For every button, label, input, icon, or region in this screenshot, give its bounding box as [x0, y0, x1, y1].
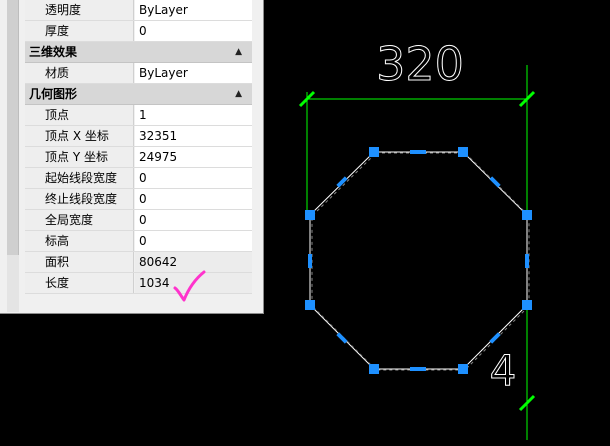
section-header-geometry[interactable]: 几何图形 ▲	[25, 84, 252, 105]
property-row-thickness[interactable]: 厚度 0	[25, 21, 252, 42]
property-value[interactable]: 0	[135, 21, 252, 41]
collapse-arrow-icon[interactable]: ▲	[235, 42, 242, 63]
property-value[interactable]: 0	[135, 231, 252, 251]
collapse-arrow-icon[interactable]: ▲	[235, 84, 242, 105]
grip-midpoint[interactable]	[410, 150, 426, 154]
property-label: 长度	[25, 273, 134, 293]
property-label: 标高	[25, 231, 134, 251]
grip-midpoint[interactable]	[308, 254, 312, 268]
vertex-grips[interactable]	[305, 147, 532, 374]
grip-vertex[interactable]	[369, 147, 379, 157]
property-value[interactable]: 0	[135, 168, 252, 188]
section-header-3d-effects[interactable]: 三维效果 ▲	[25, 42, 252, 63]
property-label: 面积	[25, 252, 134, 272]
property-label: 起始线段宽度	[25, 168, 134, 188]
grip-vertex[interactable]	[369, 364, 379, 374]
property-row-start-width[interactable]: 起始线段宽度 0	[25, 168, 252, 189]
scrollbar[interactable]	[7, 0, 19, 312]
grip-vertex[interactable]	[458, 364, 468, 374]
property-row-vertex-x[interactable]: 顶点 X 坐标 32351	[25, 126, 252, 147]
property-label: 厚度	[25, 21, 134, 41]
dimension-text: 320	[376, 37, 464, 91]
property-value[interactable]: 32351	[135, 126, 252, 146]
property-value[interactable]: 24975	[135, 147, 252, 167]
property-label: 全局宽度	[25, 210, 134, 230]
property-label: 材质	[25, 63, 134, 83]
grip-midpoint[interactable]	[336, 332, 348, 344]
grip-midpoint[interactable]	[336, 176, 348, 188]
property-row-end-width[interactable]: 终止线段宽度 0	[25, 189, 252, 210]
property-value[interactable]: 1	[135, 105, 252, 125]
grip-vertex[interactable]	[305, 210, 315, 220]
property-row-elevation[interactable]: 标高 0	[25, 231, 252, 252]
property-value[interactable]: ByLayer	[135, 0, 252, 20]
property-label: 顶点 Y 坐标	[25, 147, 134, 167]
property-row-vertex[interactable]: 顶点 1	[25, 105, 252, 126]
property-row-global-width[interactable]: 全局宽度 0	[25, 210, 252, 231]
property-label: 顶点	[25, 105, 134, 125]
scrollbar-thumb[interactable]	[7, 0, 19, 255]
grip-midpoint[interactable]	[489, 176, 501, 188]
property-row-vertex-y[interactable]: 顶点 Y 坐标 24975	[25, 147, 252, 168]
property-value: 80642	[135, 252, 252, 272]
property-label: 透明度	[25, 0, 134, 20]
section-title: 三维效果	[29, 45, 78, 59]
section-title: 几何图形	[29, 87, 78, 101]
property-row-length[interactable]: 长度 1034	[25, 273, 252, 294]
property-value[interactable]: 0	[135, 189, 252, 209]
property-grid: 透明度 ByLayer 厚度 0 三维效果 ▲ 材质 ByLayer 几何图形 …	[25, 0, 252, 294]
properties-palette: 透明度 ByLayer 厚度 0 三维效果 ▲ 材质 ByLayer 几何图形 …	[0, 0, 264, 314]
checkmark-annotation-icon	[173, 270, 206, 302]
property-row-area[interactable]: 面积 80642	[25, 252, 252, 273]
property-value[interactable]: ByLayer	[135, 63, 252, 83]
property-row-transparency[interactable]: 透明度 ByLayer	[25, 0, 252, 21]
grip-vertex[interactable]	[305, 300, 315, 310]
property-label: 终止线段宽度	[25, 189, 134, 209]
property-row-material[interactable]: 材质 ByLayer	[25, 63, 252, 84]
grip-midpoint[interactable]	[525, 254, 529, 268]
side-dimension-text: 4	[490, 346, 517, 395]
grip-vertex[interactable]	[458, 147, 468, 157]
grip-midpoint[interactable]	[489, 332, 501, 344]
property-label: 顶点 X 坐标	[25, 126, 134, 146]
grip-vertex[interactable]	[522, 210, 532, 220]
grip-vertex[interactable]	[522, 300, 532, 310]
property-value[interactable]: 0	[135, 210, 252, 230]
midpoint-grips[interactable]	[308, 150, 529, 371]
grip-midpoint[interactable]	[410, 367, 426, 371]
